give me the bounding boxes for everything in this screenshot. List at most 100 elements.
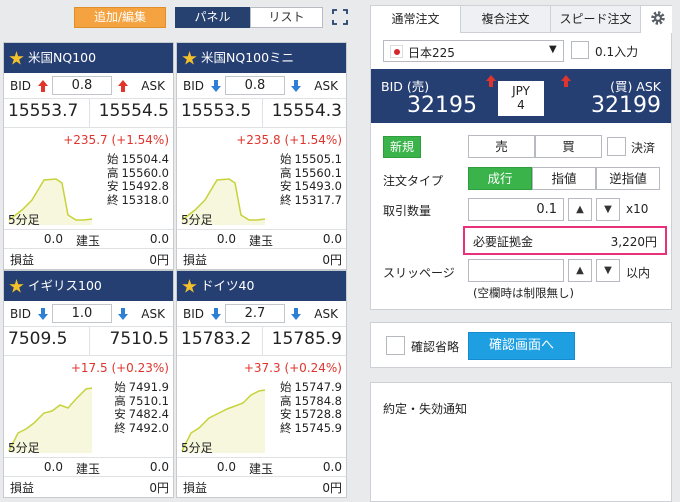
position-left: 0.0 (216, 460, 236, 474)
spread-value: 4 (517, 98, 525, 112)
ask-label: ASK (141, 79, 165, 93)
slippage-label: スリッページ (383, 266, 455, 280)
bid-up-arrow-icon (38, 80, 48, 92)
quantity-input[interactable]: 0.1 (468, 198, 564, 221)
instrument-panel[interactable]: 米国NQ100 BID 0.8 ASK 15553.7 15554.5 +235… (3, 42, 174, 270)
settings-gear-icon[interactable] (644, 6, 672, 33)
instrument-panel[interactable]: 米国NQ100ミニ BID 0.8 ASK 15553.5 15554.3 +2… (176, 42, 347, 270)
pnl-value: 0円 (322, 481, 342, 495)
order-type-label: 注文タイプ (383, 174, 444, 188)
low-value: 15728.8 (294, 407, 342, 421)
list-view-tab[interactable]: リスト (250, 7, 323, 28)
position-right: 0.0 (322, 460, 342, 474)
slippage-down-button[interactable]: ▼ (596, 259, 620, 282)
ask-price[interactable]: 7510.5 (110, 329, 169, 349)
panel-header[interactable]: ドイツ40 (177, 271, 346, 301)
ask-price[interactable]: 15554.5 (99, 101, 169, 121)
sell-button[interactable]: 売 (468, 135, 535, 158)
bid-label: BID (10, 79, 32, 93)
ohlc-values: 始 15747.9 高 15784.8 安 15728.8 終 15745.9 (279, 380, 342, 435)
settle-checkbox[interactable] (607, 137, 626, 156)
spread-value: 2.7 (225, 304, 285, 323)
tab-speed-order[interactable]: スピード注文 (551, 6, 641, 33)
panel-header[interactable]: 米国NQ100ミニ (177, 43, 346, 73)
quantity-down-button[interactable]: ▼ (596, 198, 620, 221)
spread-value: 0.8 (225, 76, 285, 95)
pnl-label: 損益 (10, 253, 35, 267)
ask-price[interactable]: 15785.9 (272, 329, 342, 349)
order-bid-price[interactable]: 32195 (407, 93, 477, 118)
bid-price[interactable]: 15783.2 (181, 329, 251, 349)
currency-label: JPY (512, 84, 530, 98)
new-order-badge[interactable]: 新規 (383, 136, 421, 158)
slippage-input[interactable] (468, 259, 564, 282)
quantity-unit: x10 (626, 202, 649, 216)
chart-period: 5分足 (8, 213, 40, 227)
ask-up-arrow-icon (561, 75, 571, 87)
fullscreen-icon[interactable] (331, 8, 349, 26)
slippage-unit: 以内 (626, 266, 651, 280)
quantity-up-button[interactable]: ▲ (568, 198, 592, 221)
confirm-screen-button[interactable]: 確認画面へ (468, 332, 575, 360)
notice-title: 約定・失効通知 (383, 402, 468, 416)
notice-panel: 約定・失効通知 (370, 382, 672, 502)
ask-price[interactable]: 15554.3 (272, 101, 342, 121)
favorite-star-icon[interactable] (9, 51, 24, 65)
panel-header[interactable]: イギリス100 (4, 271, 173, 301)
instrument-name: イギリス100 (28, 278, 102, 293)
market-order-button[interactable]: 成行 (468, 167, 532, 190)
favorite-star-icon[interactable] (9, 279, 24, 293)
instrument-name: ドイツ40 (201, 278, 255, 293)
order-ask-price[interactable]: 32199 (591, 93, 661, 118)
instrument-panel[interactable]: ドイツ40 BID 2.7 ASK 15783.2 15785.9 +37.3 … (176, 270, 347, 498)
ask-label: ASK (141, 307, 165, 321)
tab-complex-order[interactable]: 複合注文 (461, 6, 551, 33)
chart-period: 5分足 (8, 441, 40, 455)
quote-bar: BID (売) 32195 JPY 4 (買) ASK 32199 (371, 69, 671, 123)
bid-price[interactable]: 15553.7 (8, 101, 78, 121)
tab-normal-order[interactable]: 通常注文 (371, 6, 461, 33)
favorite-star-icon[interactable] (182, 51, 197, 65)
position-left: 0.0 (43, 460, 63, 474)
lot01-checkbox[interactable] (571, 41, 589, 59)
skip-confirm-checkbox[interactable] (386, 336, 405, 355)
position-label: 建玉 (76, 462, 101, 476)
ohlc-values: 始 15505.1 高 15560.1 安 15493.0 終 15317.7 (279, 152, 342, 207)
ask-down-arrow-icon (291, 308, 301, 320)
ask-down-arrow-icon (291, 80, 301, 92)
close-value: 15745.9 (294, 420, 342, 435)
spread-value: 1.0 (52, 304, 112, 323)
panel-view-tab[interactable]: パネル (175, 7, 250, 28)
limit-order-button[interactable]: 指値 (532, 167, 596, 190)
open-value: 7491.9 (128, 380, 169, 394)
instrument-name: 米国NQ100ミニ (201, 50, 295, 65)
low-value: 7482.4 (128, 407, 169, 421)
add-edit-button[interactable]: 追加/編集 (74, 7, 166, 28)
ask-down-arrow-icon (118, 308, 128, 320)
confirm-row: 確認省略 確認画面へ (370, 322, 672, 368)
japan-flag-icon (390, 45, 403, 58)
slippage-up-button[interactable]: ▲ (568, 259, 592, 282)
close-value: 7492.0 (128, 420, 169, 435)
ask-label: ASK (314, 307, 338, 321)
symbol-select[interactable]: 日本225 ▼ (383, 40, 564, 62)
panel-header[interactable]: 米国NQ100 (4, 43, 173, 73)
favorite-star-icon[interactable] (182, 279, 197, 293)
bid-price[interactable]: 7509.5 (8, 329, 67, 349)
high-value: 15560.1 (294, 165, 342, 180)
order-panel: 通常注文 複合注文 スピード注文 日本225 ▼ 0.1入力 BID (売) 3… (370, 5, 672, 310)
position-left: 0.0 (216, 232, 236, 246)
low-value: 15492.8 (121, 179, 169, 193)
instrument-panel[interactable]: イギリス100 BID 1.0 ASK 7509.5 7510.5 +17.5 … (3, 270, 174, 498)
bid-down-arrow-icon (211, 308, 221, 320)
bid-price[interactable]: 15553.5 (181, 101, 251, 121)
stop-order-button[interactable]: 逆指値 (596, 167, 660, 190)
pnl-label: 損益 (10, 481, 35, 495)
spread-value: 0.8 (52, 76, 112, 95)
skip-confirm-label: 確認省略 (411, 340, 460, 354)
low-value: 15493.0 (294, 179, 342, 193)
buy-button[interactable]: 買 (535, 135, 602, 158)
margin-label: 必要証拠金 (473, 235, 534, 249)
pnl-label: 損益 (183, 253, 208, 267)
position-left: 0.0 (43, 232, 63, 246)
